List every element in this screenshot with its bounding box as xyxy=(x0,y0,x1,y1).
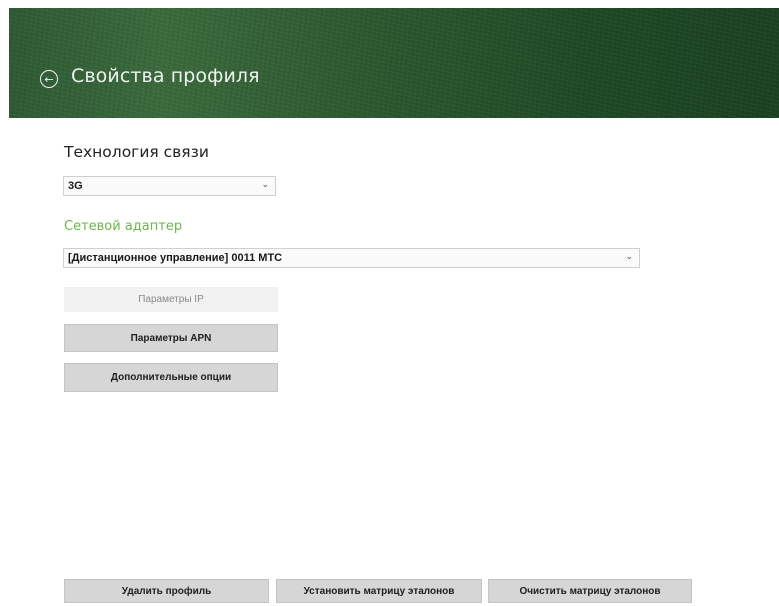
clear-reference-matrix-button[interactable]: Очистить матрицу эталонов xyxy=(488,579,692,603)
delete-profile-button[interactable]: Удалить профиль xyxy=(64,579,269,603)
additional-options-button[interactable]: Дополнительные опции xyxy=(64,363,278,392)
connection-technology-select[interactable]: 3G ⌄ xyxy=(63,176,276,196)
arrow-left-icon: ← xyxy=(44,72,54,86)
app-header: ← Свойства профиля xyxy=(9,8,779,118)
ip-settings-button[interactable]: Параметры IP xyxy=(64,287,278,312)
connection-technology-value: 3G xyxy=(68,180,83,192)
apn-settings-button[interactable]: Параметры APN xyxy=(64,324,278,352)
page-title: Свойства профиля xyxy=(71,65,260,87)
connection-technology-label: Технология связи xyxy=(64,143,209,161)
network-adapter-label: Сетевой адаптер xyxy=(64,219,183,234)
chevron-down-icon: ⌄ xyxy=(625,251,633,261)
network-adapter-select[interactable]: [Дистанционное управление] 0011 МТС ⌄ xyxy=(63,248,640,268)
back-button[interactable]: ← xyxy=(40,70,58,88)
network-adapter-value: [Дистанционное управление] 0011 МТС xyxy=(68,252,283,264)
chevron-down-icon: ⌄ xyxy=(261,179,269,189)
set-reference-matrix-button[interactable]: Установить матрицу эталонов xyxy=(276,579,482,603)
